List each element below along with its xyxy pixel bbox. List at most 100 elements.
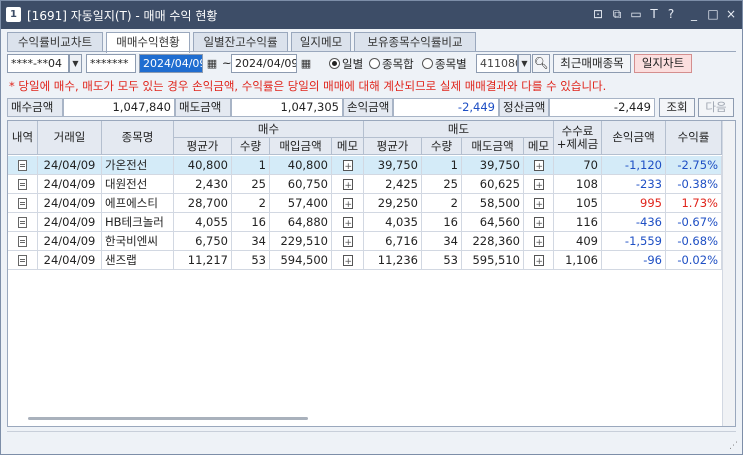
memo-cell[interactable] — [524, 213, 554, 232]
detail-doc-icon[interactable] — [18, 217, 27, 228]
detail-cell[interactable] — [8, 251, 38, 270]
password-field[interactable]: ******* — [86, 54, 136, 73]
table-row[interactable]: 24/04/09샌즈랩11,21753594,50011,23653595,51… — [8, 251, 722, 270]
minimize-button[interactable]: _ — [686, 6, 702, 22]
font-size-icon[interactable]: T — [646, 6, 662, 22]
detail-cell[interactable] — [8, 156, 38, 175]
recent-trades-button[interactable]: 최근매매종목 — [553, 54, 631, 73]
memo-cell[interactable] — [332, 194, 364, 213]
memo-cell[interactable] — [524, 194, 554, 213]
buy-avg-price-cell: 4,055 — [174, 213, 232, 232]
stock-name-cell: 가온전선 — [102, 156, 174, 175]
radio-checked-icon — [329, 58, 340, 69]
table-row[interactable]: 24/04/09대원전선2,4302560,7502,4252560,62510… — [8, 175, 722, 194]
memo-cell[interactable] — [524, 251, 554, 270]
memo-add-icon[interactable] — [533, 215, 544, 231]
fee-tax-cell: 409 — [554, 232, 602, 251]
trade-grid[interactable]: 내역 거래일 종목명 매수 매도 수수료 +제세금 손익금액 수익률 평균가 수… — [7, 120, 736, 427]
radio-by-stock[interactable]: 종목별 — [422, 56, 467, 72]
memo-add-icon[interactable] — [533, 253, 544, 269]
resize-grip-icon[interactable]: ⋰ — [729, 441, 738, 451]
profit-loss-cell: -1,559 — [602, 232, 666, 251]
query-button[interactable]: 조회 — [659, 98, 695, 117]
title-bar[interactable]: 1 [1691] 자동일지(T) - 매매 수익 현황 ⊡ ⧉ ▭ T ? _ … — [1, 1, 742, 29]
buy-avg-price-cell: 2,430 — [174, 175, 232, 194]
radio-daily[interactable]: 일별 — [329, 56, 363, 72]
profit-loss-cell: -1,120 — [602, 156, 666, 175]
buy-qty-cell: 25 — [232, 175, 270, 194]
table-row[interactable]: 24/04/09한국비엔씨6,75034229,5106,71634228,36… — [8, 232, 722, 251]
memo-add-icon[interactable] — [533, 234, 544, 250]
memo-add-icon[interactable] — [342, 177, 353, 193]
settlement-value: -2,449 — [549, 98, 655, 117]
memo-cell[interactable] — [332, 175, 364, 194]
tab-holding-return-compare[interactable]: 보유종목수익률비교 — [354, 32, 476, 52]
detail-cell[interactable] — [8, 175, 38, 194]
maximize-button[interactable]: □ — [705, 6, 721, 22]
sell-qty-cell: 53 — [422, 251, 462, 270]
copy-window-icon[interactable]: ⧉ — [609, 6, 625, 22]
memo-add-icon[interactable] — [342, 215, 353, 231]
end-date-field[interactable]: 2024/04/09 — [231, 54, 297, 73]
memo-cell[interactable] — [332, 213, 364, 232]
search-button[interactable]: 🔍︎ — [532, 54, 550, 73]
calendar-icon[interactable]: ▦ — [298, 55, 314, 72]
horizontal-scrollbar[interactable] — [28, 417, 308, 420]
calendar-icon[interactable]: ▦ — [204, 55, 220, 72]
account-field[interactable]: ****-**04 — [7, 54, 69, 73]
tab-return-compare-chart[interactable]: 수익률비교차트 — [7, 32, 103, 52]
memo-add-icon[interactable] — [342, 253, 353, 269]
stock-name-cell: HB테크놀러 — [102, 213, 174, 232]
detail-doc-icon[interactable] — [18, 160, 27, 171]
table-row[interactable]: 24/04/09가온전선40,800140,80039,750139,75070… — [8, 156, 722, 175]
tab-daily-balance-return[interactable]: 일별잔고수익률 — [193, 32, 288, 52]
memo-cell[interactable] — [332, 156, 364, 175]
detail-doc-icon[interactable] — [18, 255, 27, 266]
next-button[interactable]: 다음 — [698, 98, 734, 117]
memo-cell[interactable] — [332, 232, 364, 251]
close-button[interactable]: × — [723, 6, 739, 22]
trade-date-cell: 24/04/09 — [38, 156, 102, 175]
trade-date-cell: 24/04/09 — [38, 232, 102, 251]
detail-cell[interactable] — [8, 194, 38, 213]
memo-add-icon[interactable] — [342, 234, 353, 250]
detail-cell[interactable] — [8, 232, 38, 251]
col-buy-qty-header: 수량 — [232, 138, 270, 155]
detail-doc-icon[interactable] — [18, 198, 27, 209]
vertical-scrollbar[interactable] — [722, 121, 735, 426]
tab-trade-profit-status[interactable]: 매매수익현황 — [106, 32, 190, 53]
memo-add-icon[interactable] — [533, 177, 544, 193]
memo-cell[interactable] — [524, 156, 554, 175]
start-date-field[interactable]: 2024/04/09 — [139, 54, 203, 73]
tab-journal-memo[interactable]: 일지메모 — [291, 32, 351, 52]
table-row[interactable]: 24/04/09HB테크놀러4,0551664,8804,0351664,560… — [8, 213, 722, 232]
memo-add-icon[interactable] — [533, 196, 544, 212]
buy-avg-price-cell: 6,750 — [174, 232, 232, 251]
stock-name-cell: 에프에스티 — [102, 194, 174, 213]
link-icon[interactable]: ⊡ — [590, 6, 606, 22]
query-toolbar: ****-**04 ▼ ******* 2024/04/09 ▦ ~ 2024/… — [1, 54, 742, 74]
detail-doc-icon[interactable] — [18, 179, 27, 190]
detail-doc-icon[interactable] — [18, 236, 27, 247]
memo-cell[interactable] — [524, 232, 554, 251]
buy-qty-cell: 16 — [232, 213, 270, 232]
stock-code-field[interactable]: 411080 — [476, 54, 518, 73]
return-rate-cell: 1.73% — [666, 194, 722, 213]
memo-add-icon[interactable] — [533, 158, 544, 174]
memo-cell[interactable] — [332, 251, 364, 270]
memo-add-icon[interactable] — [342, 196, 353, 212]
sell-amount-cell: 595,510 — [462, 251, 524, 270]
window-title: [1691] 자동일지(T) - 매매 수익 현황 — [27, 9, 218, 23]
sell-qty-cell: 25 — [422, 175, 462, 194]
radio-stock-sum[interactable]: 종목합 — [369, 56, 414, 72]
pin-icon[interactable]: ▭ — [628, 6, 644, 22]
detail-cell[interactable] — [8, 213, 38, 232]
stock-code-dropdown-button[interactable]: ▼ — [518, 54, 531, 73]
memo-cell[interactable] — [524, 175, 554, 194]
journal-chart-button[interactable]: 일지차트 — [634, 54, 692, 73]
profit-loss-value: -2,449 — [393, 98, 499, 117]
account-dropdown-button[interactable]: ▼ — [69, 54, 82, 73]
memo-add-icon[interactable] — [342, 158, 353, 174]
help-icon[interactable]: ? — [663, 6, 679, 22]
table-row[interactable]: 24/04/09에프에스티28,700257,40029,250258,5001… — [8, 194, 722, 213]
